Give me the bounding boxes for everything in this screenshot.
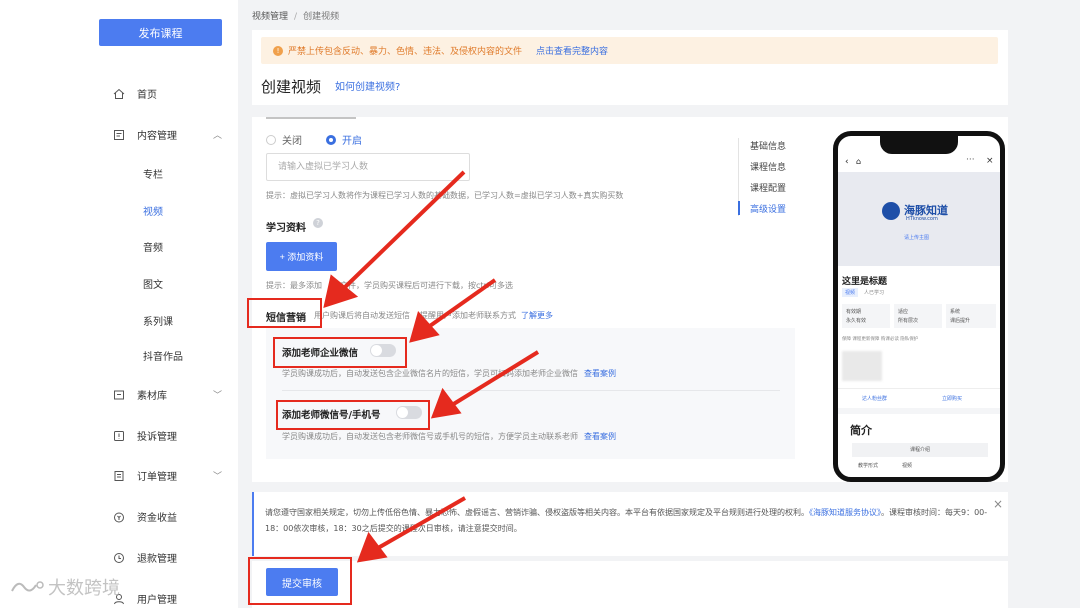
arrow-head	[430, 387, 462, 419]
arrow-head	[409, 310, 440, 343]
arrow-line	[340, 170, 466, 292]
arrow-line	[377, 496, 466, 550]
arrow-head	[356, 531, 388, 563]
arrow-line	[450, 350, 540, 407]
arrow-line	[425, 278, 497, 330]
watermark-logo-icon	[11, 581, 44, 592]
annotation-arrows	[323, 170, 540, 563]
watermark-text: 大数跨境	[48, 578, 120, 599]
watermark: 大数跨境	[8, 574, 120, 600]
